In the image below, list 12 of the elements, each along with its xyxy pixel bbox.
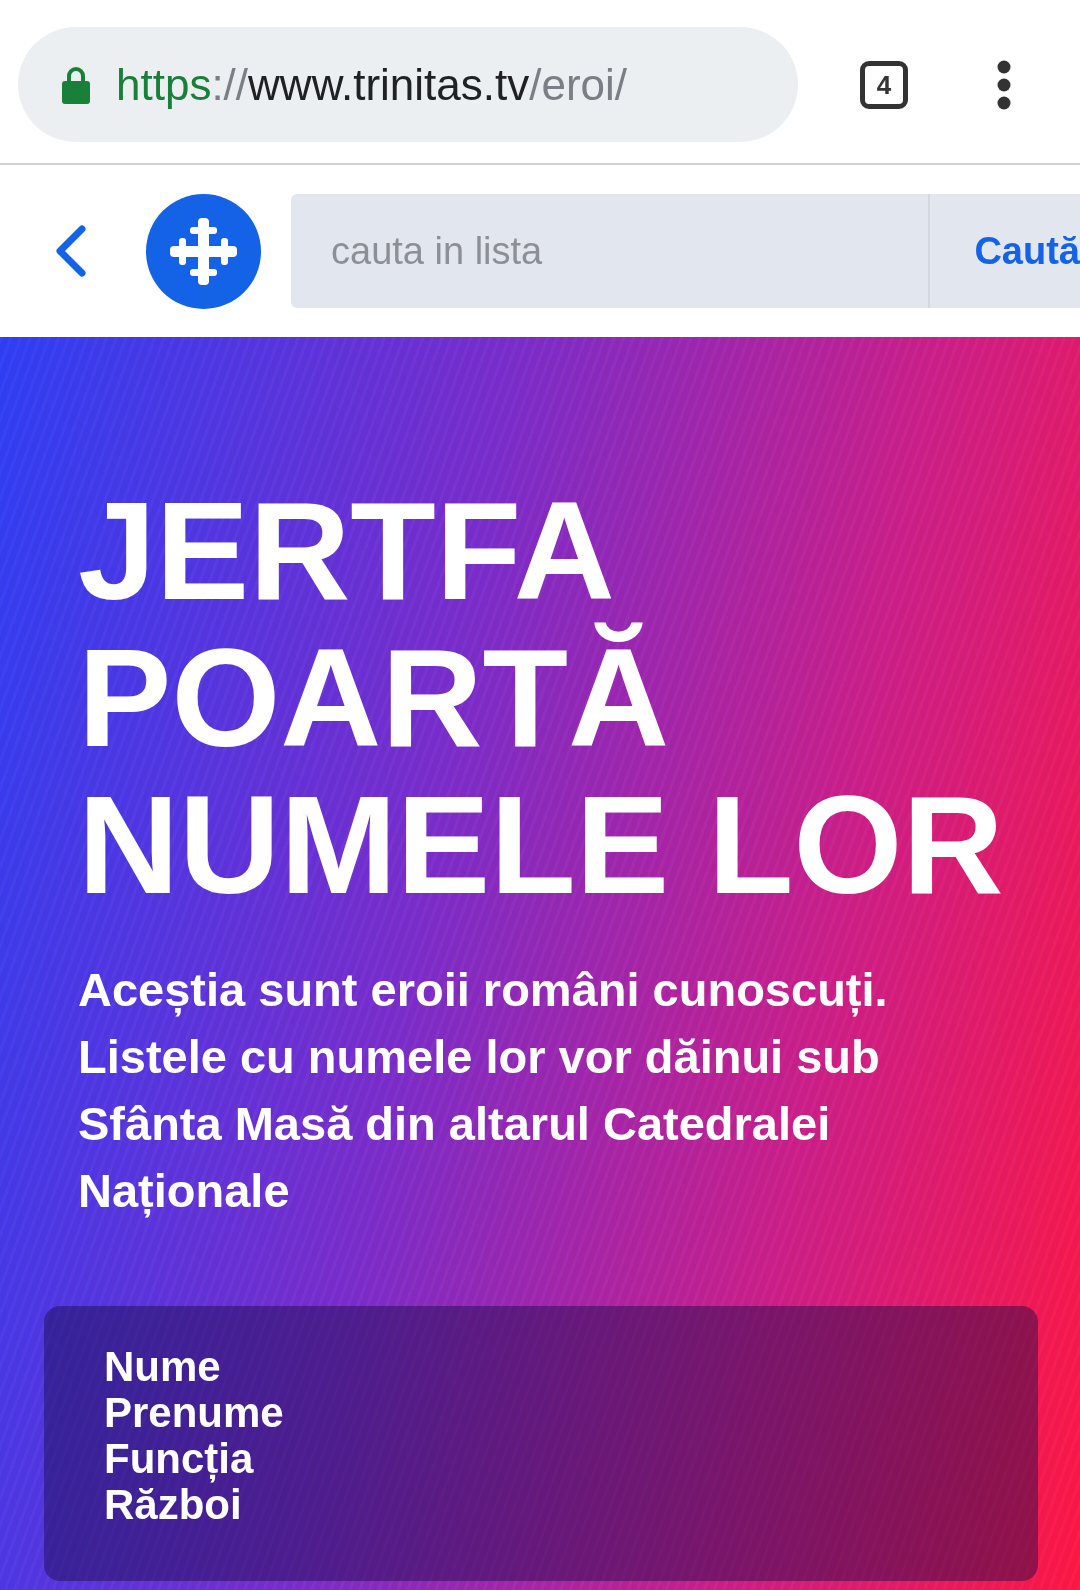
hero-subtitle: Aceștia sunt eroii români cunoscuți. Listele cu numele lor vor dăinui sub Sfânta Masă din altarul Catedralei Naționale	[78, 962, 889, 1220]
search-field[interactable]: cauta in lista	[291, 194, 929, 308]
logo[interactable]	[146, 193, 261, 309]
column-label: Nume	[104, 1344, 222, 1390]
column-label: Război	[104, 1482, 242, 1528]
tab-count[interactable]: 4	[860, 60, 908, 109]
search-button[interactable]: Caută	[928, 194, 1080, 308]
hero-title: JERTFA POARTĂ NUMELE LOR	[78, 477, 1005, 918]
column-label: Funcția	[104, 1436, 255, 1482]
menu-icon[interactable]	[996, 59, 1012, 110]
lock-icon	[60, 64, 92, 105]
column-label: Prenume	[104, 1390, 285, 1436]
